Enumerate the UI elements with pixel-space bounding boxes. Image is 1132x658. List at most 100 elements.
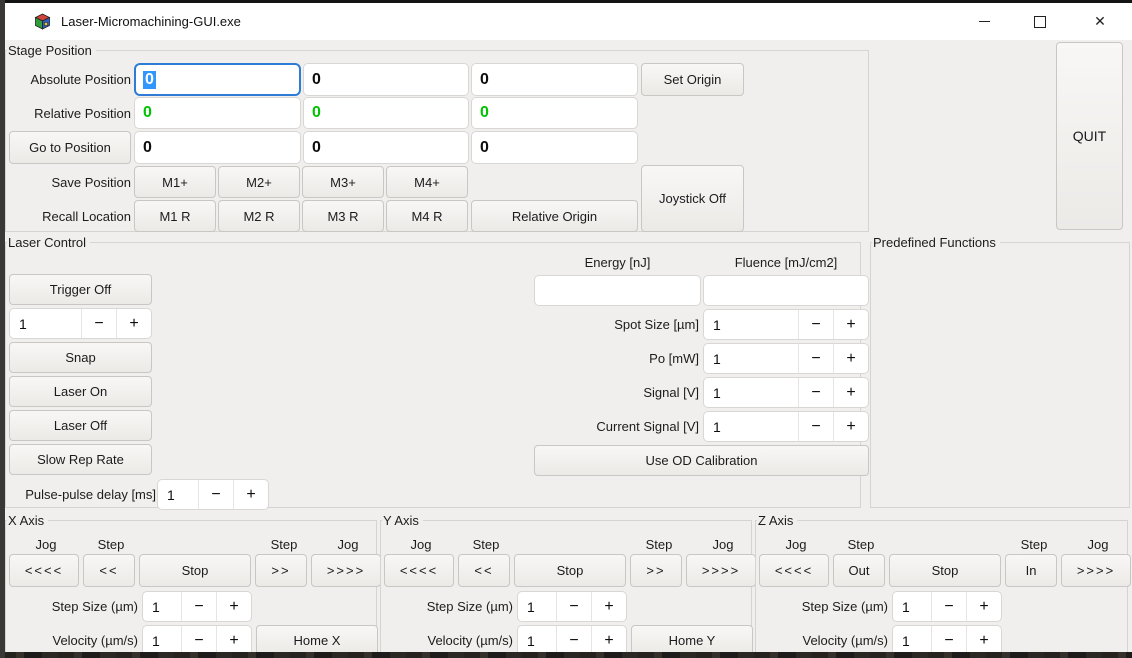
recall-m2-button[interactable]: M2 R (218, 200, 300, 232)
set-origin-button[interactable]: Set Origin (641, 63, 744, 96)
z-stop-button[interactable]: Stop (889, 554, 1001, 587)
x-step-negative-button[interactable]: << (83, 554, 135, 587)
pulse-delay-value[interactable]: 1 (158, 480, 198, 509)
use-od-calibration-button[interactable]: Use OD Calibration (534, 445, 869, 476)
y-velocity-value[interactable]: 1 (518, 626, 556, 655)
plus-button[interactable]: + (833, 378, 868, 407)
pulse-delay-spinner: 1 − + (157, 479, 269, 510)
laser-on-button[interactable]: Laser On (9, 376, 152, 407)
trigger-off-button[interactable]: Trigger Off (9, 274, 152, 305)
y-stop-button[interactable]: Stop (514, 554, 626, 587)
plus-button[interactable]: + (116, 309, 151, 338)
desktop-edge-bottom (0, 652, 1132, 658)
absolute-position-y-input[interactable]: 0 (303, 63, 469, 96)
plus-button[interactable]: + (216, 626, 251, 655)
plus-button[interactable]: + (966, 626, 1001, 655)
app-icon (33, 13, 51, 31)
go-to-position-x-input[interactable]: 0 (134, 131, 301, 164)
x-step-size-value[interactable]: 1 (143, 592, 181, 621)
absolute-position-z-input[interactable]: 0 (471, 63, 638, 96)
y-step-positive-button[interactable]: >> (630, 554, 682, 587)
signal-value[interactable]: 1 (704, 378, 798, 407)
maximize-button[interactable] (1017, 3, 1063, 40)
save-m3-button[interactable]: M3+ (302, 166, 384, 198)
minus-button[interactable]: − (931, 626, 966, 655)
spot-size-value[interactable]: 1 (704, 310, 798, 339)
energy-input[interactable] (534, 275, 701, 306)
z-axis-panel: Z Axis Jog Step Step Jog <<<< Out Stop I… (755, 520, 1128, 658)
spot-size-label: Spot Size [µm] (534, 309, 699, 340)
y-axis-panel: Y Axis Jog Step Step Jog <<<< << Stop >>… (380, 520, 752, 658)
go-to-position-button[interactable]: Go to Position (9, 131, 131, 164)
current-signal-label: Current Signal [V] (534, 411, 699, 442)
po-value[interactable]: 1 (704, 344, 798, 373)
snap-button[interactable]: Snap (9, 342, 152, 373)
relative-position-z-input[interactable]: 0 (471, 97, 638, 129)
joystick-off-button[interactable]: Joystick Off (641, 165, 744, 232)
minus-button[interactable]: − (181, 626, 216, 655)
absolute-position-label: Absolute Position (9, 63, 131, 96)
jog-header: Jog (318, 535, 378, 553)
save-m2-button[interactable]: M2+ (218, 166, 300, 198)
recall-m3-button[interactable]: M3 R (302, 200, 384, 232)
minus-button[interactable]: − (798, 378, 833, 407)
quit-button[interactable]: QUIT (1056, 42, 1123, 230)
slow-rep-rate-button[interactable]: Slow Rep Rate (9, 444, 152, 475)
close-button[interactable]: ✕ (1077, 3, 1123, 40)
relative-position-x-input[interactable]: 0 (134, 97, 301, 129)
go-to-position-y-input[interactable]: 0 (303, 131, 469, 164)
plus-button[interactable]: + (833, 412, 868, 441)
minus-button[interactable]: − (798, 412, 833, 441)
save-m1-button[interactable]: M1+ (134, 166, 216, 198)
plus-button[interactable]: + (833, 344, 868, 373)
selected-text: 0 (143, 71, 156, 89)
relative-origin-button[interactable]: Relative Origin (471, 200, 638, 232)
minus-button[interactable]: − (798, 344, 833, 373)
current-signal-value[interactable]: 1 (704, 412, 798, 441)
z-step-size-value[interactable]: 1 (893, 592, 931, 621)
x-axis-panel: X Axis Jog Step Step Jog <<<< << Stop >>… (5, 520, 377, 658)
minus-button[interactable]: − (181, 592, 216, 621)
plus-button[interactable]: + (966, 592, 1001, 621)
recall-m1-button[interactable]: M1 R (134, 200, 216, 232)
minimize-button[interactable] (961, 3, 1007, 40)
minus-button[interactable]: − (556, 592, 591, 621)
x-jog-positive-button[interactable]: >>>> (311, 554, 381, 587)
x-step-positive-button[interactable]: >> (255, 554, 307, 587)
close-icon: ✕ (1094, 13, 1106, 30)
fluence-input[interactable] (703, 275, 869, 306)
x-jog-negative-button[interactable]: <<<< (9, 554, 79, 587)
minus-button[interactable]: − (81, 309, 116, 338)
y-step-negative-button[interactable]: << (458, 554, 510, 587)
x-velocity-value[interactable]: 1 (143, 626, 181, 655)
y-step-size-value[interactable]: 1 (518, 592, 556, 621)
minus-button[interactable]: − (931, 592, 966, 621)
save-m4-button[interactable]: M4+ (386, 166, 468, 198)
pulse-delay-label: Pulse-pulse delay [ms] (6, 479, 156, 510)
stage-position-group: Stage Position Absolute Position 0 0 0 S… (5, 50, 869, 232)
z-jog-negative-button[interactable]: <<<< (759, 554, 829, 587)
z-step-out-button[interactable]: Out (833, 554, 885, 587)
signal-label: Signal [V] (534, 377, 699, 408)
minus-button[interactable]: − (198, 480, 233, 509)
recall-m4-button[interactable]: M4 R (386, 200, 468, 232)
absolute-position-x-input[interactable]: 0 (134, 63, 301, 96)
z-jog-positive-button[interactable]: >>>> (1061, 554, 1131, 587)
z-velocity-value[interactable]: 1 (893, 626, 931, 655)
z-step-in-button[interactable]: In (1005, 554, 1057, 587)
go-to-position-z-input[interactable]: 0 (471, 131, 638, 164)
plus-button[interactable]: + (591, 592, 626, 621)
y-jog-negative-button[interactable]: <<<< (384, 554, 454, 587)
plus-button[interactable]: + (591, 626, 626, 655)
laser-off-button[interactable]: Laser Off (9, 410, 152, 441)
plus-button[interactable]: + (233, 480, 268, 509)
plus-button[interactable]: + (216, 592, 251, 621)
relative-position-y-input[interactable]: 0 (303, 97, 469, 129)
jog-header: Jog (1068, 535, 1128, 553)
plus-button[interactable]: + (833, 310, 868, 339)
minus-button[interactable]: − (556, 626, 591, 655)
rep-rate-value[interactable]: 1 (10, 309, 81, 338)
x-stop-button[interactable]: Stop (139, 554, 251, 587)
y-jog-positive-button[interactable]: >>>> (686, 554, 756, 587)
minus-button[interactable]: − (798, 310, 833, 339)
